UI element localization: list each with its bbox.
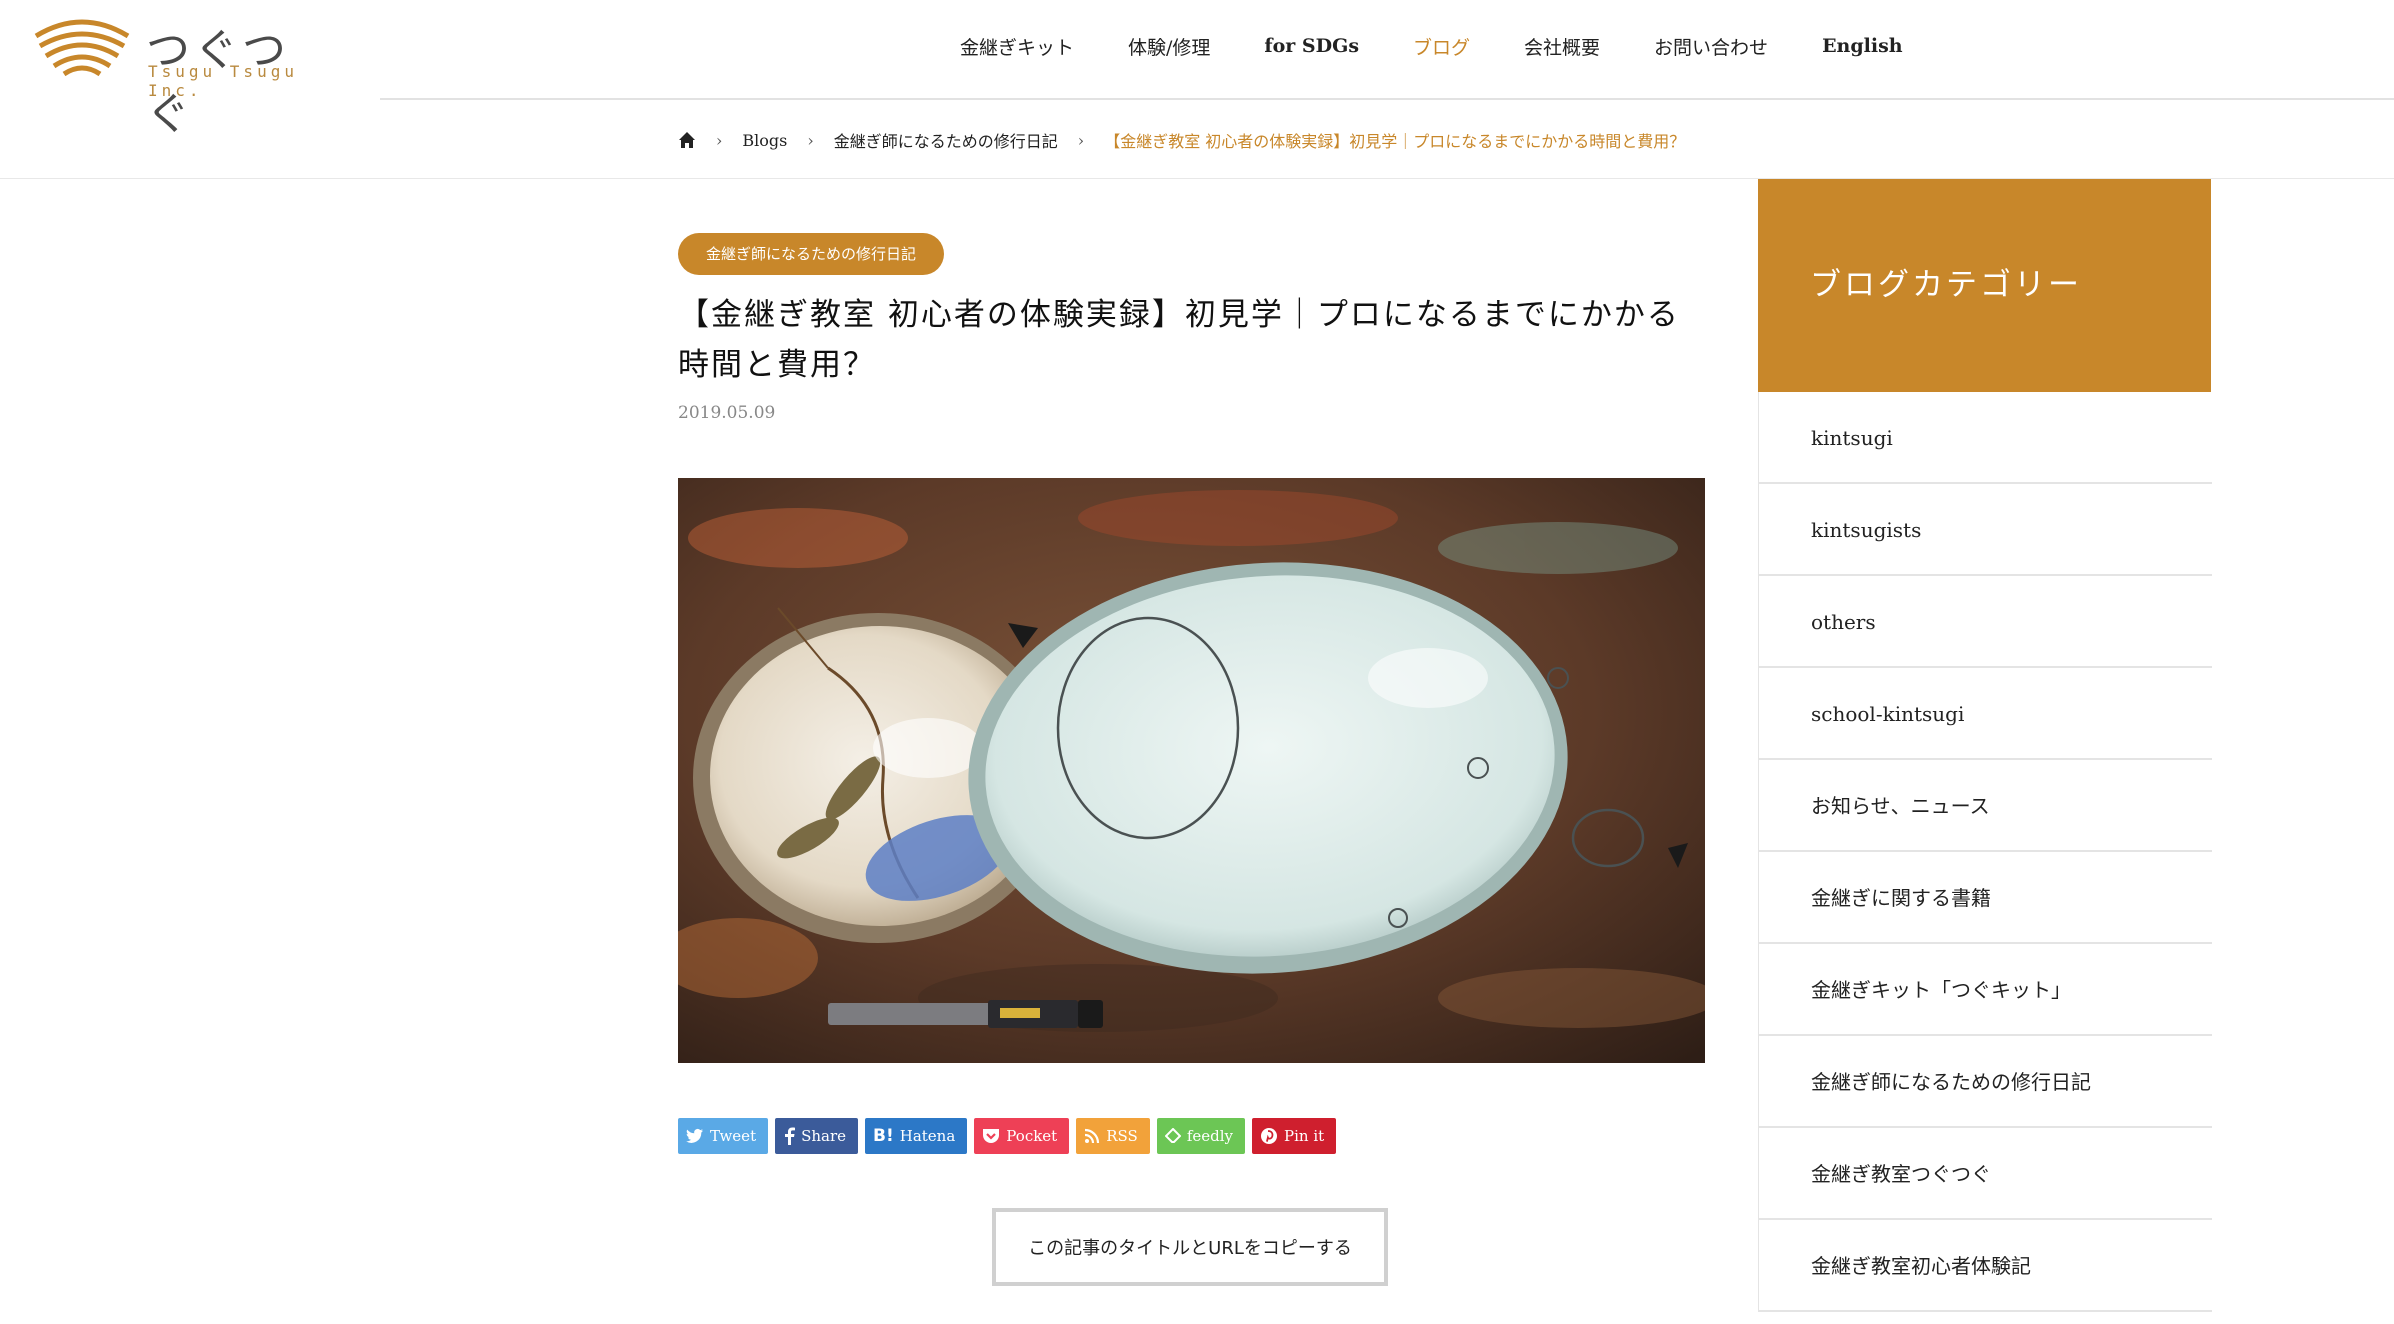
main-nav: 金継ぎキット 体験/修理 for SDGs ブログ 会社概要 お問い合わせ En…: [960, 0, 1957, 92]
home-icon[interactable]: [678, 131, 696, 149]
sidebar-item-training-diary[interactable]: 金継ぎ師になるための修行日記: [1759, 1036, 2212, 1128]
breadcrumb-category[interactable]: 金継ぎ師になるための修行日記: [834, 128, 1058, 152]
sidebar-item-others[interactable]: others: [1759, 576, 2212, 668]
nav-item-blog[interactable]: ブログ: [1413, 33, 1470, 60]
share-buttons: Tweet Share B! Hatena Pocket RSS feedly …: [678, 1118, 1343, 1154]
nav-item-experience[interactable]: 体験/修理: [1128, 33, 1210, 60]
nav-item-contact[interactable]: お問い合わせ: [1654, 33, 1768, 60]
post-hero-image: [678, 478, 1705, 1063]
site-logo[interactable]: つぐつぐ Tsugu Tsugu Inc.: [32, 14, 322, 140]
sidebar-item-school-kintsugi[interactable]: school-kintsugi: [1759, 668, 2212, 760]
pinterest-icon: [1261, 1128, 1277, 1144]
pinterest-button[interactable]: Pin it: [1252, 1118, 1337, 1154]
post-date: 2019.05.09: [678, 403, 776, 423]
post-title: 【金継ぎ教室 初心者の体験実録】初見学｜プロになるまでにかかる時間と費用？: [678, 297, 1680, 383]
breadcrumb-current: 【金継ぎ教室 初心者の体験実録】初見学｜プロになるまでにかかる時間と費用？: [1104, 132, 1686, 151]
sidebar-item-news[interactable]: お知らせ、ニュース: [1759, 760, 2212, 852]
kintsugi-bowls-photo: [678, 478, 1705, 1063]
copy-title-url-button[interactable]: この記事のタイトルとURLをコピーする: [992, 1208, 1388, 1286]
breadcrumb: › Blogs › 金継ぎ師になるための修行日記 › 【金継ぎ教室 初心者の体験…: [678, 128, 1685, 152]
sidebar-item-kintsugi[interactable]: kintsugi: [1759, 392, 2212, 484]
wave-logo-icon: [34, 19, 130, 77]
rss-icon: [1085, 1128, 1100, 1144]
tweet-label: Tweet: [710, 1127, 757, 1145]
pocket-button[interactable]: Pocket: [974, 1118, 1070, 1154]
pocket-icon: [983, 1129, 1000, 1143]
pocket-label: Pocket: [1006, 1127, 1058, 1145]
twitter-icon: [686, 1128, 703, 1143]
sidebar-item-kintsugists[interactable]: kintsugists: [1759, 484, 2212, 576]
sidebar-item-school-tsugutsugu[interactable]: 金継ぎ教室つぐつぐ: [1759, 1128, 2212, 1220]
chevron-right-icon: ›: [716, 130, 723, 150]
nav-item-company[interactable]: 会社概要: [1524, 33, 1600, 60]
nav-item-kit[interactable]: 金継ぎキット: [960, 33, 1074, 60]
sidebar-item-kit[interactable]: 金継ぎキット「つぐキット」: [1759, 944, 2212, 1036]
tweet-button[interactable]: Tweet: [678, 1118, 769, 1154]
header-divider: [380, 98, 2394, 100]
feedly-label: feedly: [1186, 1127, 1233, 1145]
sidebar-heading: ブログカテゴリー: [1758, 179, 2211, 392]
facebook-icon: [785, 1127, 796, 1145]
share-label: Share: [801, 1127, 847, 1145]
pinit-label: Pin it: [1284, 1127, 1325, 1145]
sidebar-item-books[interactable]: 金継ぎに関する書籍: [1759, 852, 2212, 944]
nav-item-english[interactable]: English: [1822, 35, 1903, 57]
hatena-label: Hatena: [899, 1127, 956, 1145]
chevron-right-icon: ›: [1077, 130, 1085, 150]
chevron-right-icon: ›: [807, 130, 814, 150]
feedly-icon: [1164, 1128, 1181, 1143]
sidebar-item-beginner-report[interactable]: 金継ぎ教室初心者体験記: [1759, 1220, 2212, 1312]
brand-subtitle: Tsugu Tsugu Inc.: [148, 62, 298, 100]
hatena-icon: B!: [873, 1126, 894, 1146]
breadcrumb-blogs[interactable]: Blogs: [742, 131, 787, 150]
hatena-button[interactable]: B! Hatena: [865, 1118, 968, 1154]
sidebar-category-list: kintsugi kintsugists others school-kints…: [1758, 392, 2212, 1312]
nav-item-sdgs[interactable]: for SDGs: [1264, 35, 1359, 57]
rss-label: RSS: [1106, 1127, 1138, 1145]
rss-button[interactable]: RSS: [1076, 1118, 1150, 1154]
category-badge[interactable]: 金継ぎ師になるための修行日記: [678, 233, 945, 275]
facebook-share-button[interactable]: Share: [775, 1118, 859, 1154]
feedly-button[interactable]: feedly: [1156, 1118, 1245, 1154]
